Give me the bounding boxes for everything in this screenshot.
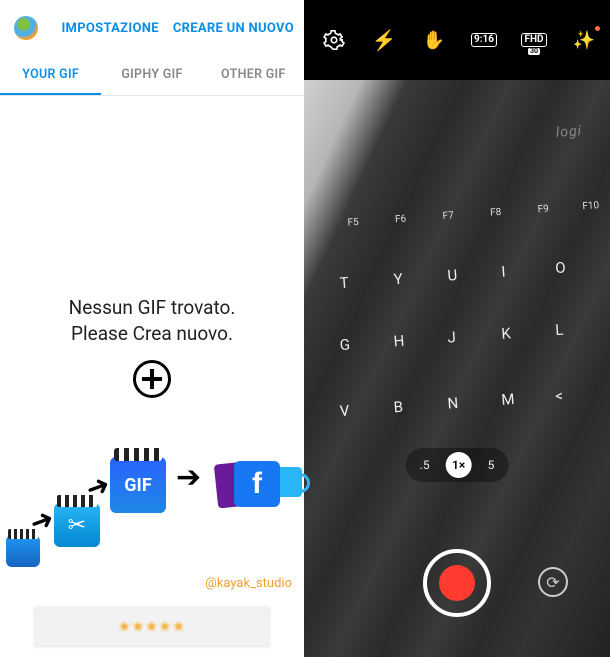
tab-your-gif[interactable]: YOUR GIF — [0, 56, 101, 95]
keyboard-row: T Y U I O — [304, 251, 610, 312]
camera-settings-icon[interactable] — [322, 28, 346, 52]
camera-top-toolbar: ⚡ ✋ 9:16 FHD ✨ — [304, 0, 610, 80]
empty-message: Nessun GIF trovato. Please Crea nuovo. — [69, 295, 236, 346]
aspect-ratio-label: 9:16 — [471, 33, 497, 47]
switch-camera-icon: ⟳ — [546, 573, 559, 592]
record-indicator-icon — [439, 565, 475, 601]
ad-banner[interactable] — [34, 607, 270, 647]
settings-link[interactable]: IMPOSTAZIONE — [61, 21, 158, 36]
camera-panel: ⚡ ✋ 9:16 FHD ✨ logi F5 F6 F7 F8 F9 F10 T… — [304, 0, 610, 657]
flash-icon[interactable]: ⚡ — [372, 28, 396, 52]
camera-viewfinder[interactable]: logi F5 F6 F7 F8 F9 F10 T Y U I O G H J … — [304, 80, 610, 657]
keyboard-row: G H J K L — [304, 313, 610, 374]
keyboard-fn-row: F5 F6 F7 F8 F9 F10 — [304, 199, 610, 231]
filters-icon[interactable]: ✨ — [572, 28, 596, 52]
zoom-option-5x[interactable]: 5 — [482, 454, 501, 476]
video-clip-icon — [6, 535, 40, 567]
tab-giphy-gif[interactable]: GIPHY GIF — [101, 56, 202, 95]
switch-camera-button[interactable]: ⟳ — [538, 567, 568, 597]
facebook-icon: f — [234, 461, 280, 507]
zoom-option-1x[interactable]: 1× — [446, 452, 472, 478]
header-actions: IMPOSTAZIONE CREARE UN NUOVO — [61, 21, 294, 36]
author-credit: @kayak_studio — [205, 576, 292, 591]
keyboard-row: V B N M < — [304, 379, 610, 440]
gif-app-panel: IMPOSTAZIONE CREARE UN NUOVO YOUR GIF GI… — [0, 0, 304, 657]
resolution-label: FHD — [521, 33, 546, 47]
zoom-selector[interactable]: .5 1× 5 — [406, 448, 509, 482]
gif-app-header: IMPOSTAZIONE CREARE UN NUOVO — [0, 0, 304, 56]
arrow-icon: ➔ — [176, 460, 201, 495]
gif-output-icon: GIF — [110, 457, 166, 513]
resolution-icon[interactable]: FHD — [522, 28, 546, 52]
zoom-option-0.5x[interactable]: .5 — [414, 454, 436, 476]
shutter-button[interactable] — [423, 549, 491, 617]
create-flow-illustration: ➜ ➜ GIF ➔ f — [6, 427, 298, 567]
empty-line1: Nessun GIF trovato. — [69, 295, 236, 321]
share-targets-icon: f — [216, 457, 298, 511]
tab-other-gif[interactable]: OTHER GIF — [203, 56, 304, 95]
gif-empty-state: Nessun GIF trovato. Please Crea nuovo. ➜… — [0, 96, 304, 657]
app-logo-icon — [14, 16, 38, 40]
add-gif-button[interactable] — [133, 360, 171, 398]
aspect-ratio-icon[interactable]: 9:16 — [472, 28, 496, 52]
create-new-link[interactable]: CREARE UN NUOVO — [173, 21, 294, 36]
gif-tabs: YOUR GIF GIPHY GIF OTHER GIF — [0, 56, 304, 96]
empty-line2: Please Crea nuovo. — [69, 321, 236, 347]
palm-gesture-icon[interactable]: ✋ — [422, 28, 446, 52]
video-cut-icon — [54, 503, 100, 547]
keyboard-brand-label: logi — [555, 123, 582, 141]
